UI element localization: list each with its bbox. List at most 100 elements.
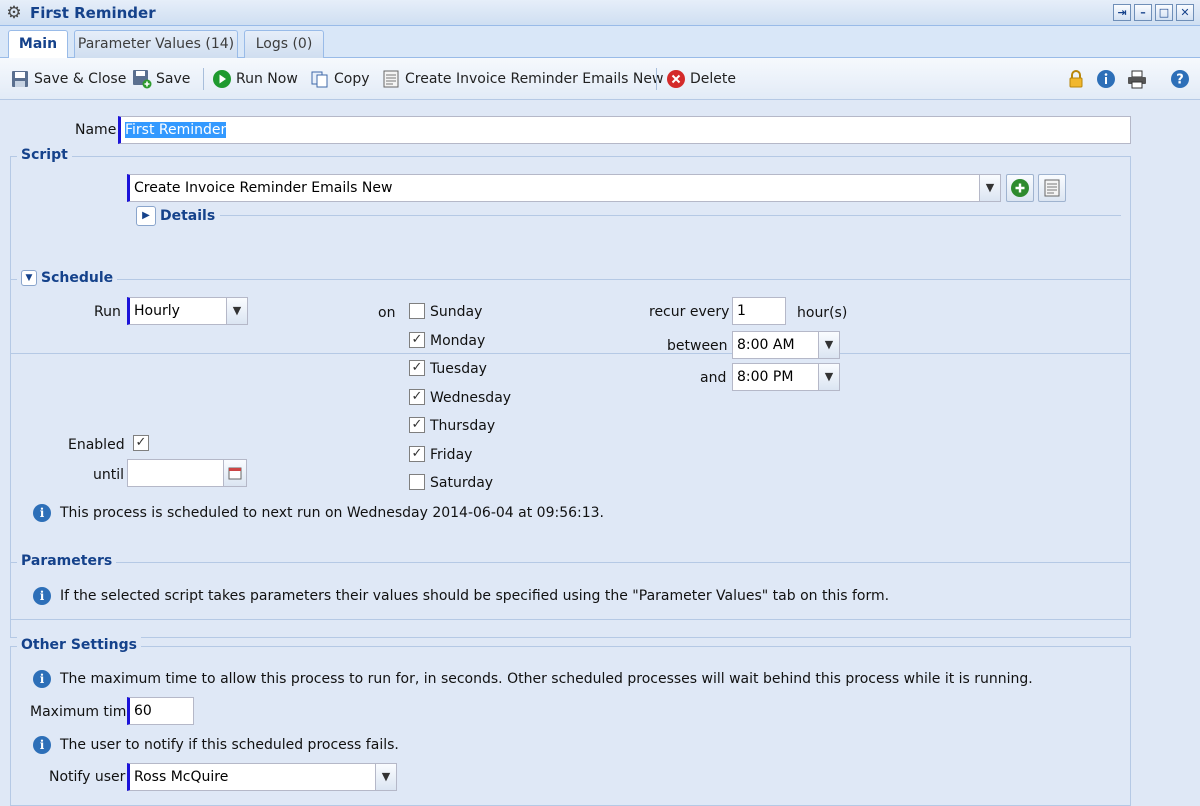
toolbar: Save & Close Save Run Now Copy Create In…: [0, 58, 1200, 100]
day-label-friday: Friday: [430, 447, 473, 463]
lock-icon[interactable]: [1066, 68, 1086, 90]
toolbar-separator: [656, 68, 657, 90]
create-invoice-label: Create Invoice Reminder Emails New: [405, 71, 664, 87]
max-time-note: The maximum time to allow this process t…: [60, 671, 1033, 687]
schedule-legend[interactable]: ▼ Schedule: [17, 270, 118, 286]
svg-text:?: ?: [1176, 73, 1184, 88]
save-label: Save: [156, 71, 191, 87]
day-checkbox-sunday[interactable]: [409, 303, 425, 319]
print-icon[interactable]: [1126, 68, 1148, 90]
tab-strip: Main Parameter Values (14) Logs (0): [0, 26, 1200, 59]
script-value: Create Invoice Reminder Emails New: [134, 180, 393, 196]
help-icon[interactable]: ?: [1170, 68, 1190, 90]
details-label: Details: [160, 208, 216, 224]
recur-interval-input[interactable]: 1: [732, 297, 786, 325]
pin-icon[interactable]: ⇥: [1113, 4, 1131, 21]
max-time-input[interactable]: 60: [127, 697, 194, 725]
day-label-tuesday: Tuesday: [430, 361, 487, 377]
calendar-icon[interactable]: [223, 460, 246, 486]
on-label: on: [378, 305, 396, 321]
day-checkbox-friday[interactable]: ✓: [409, 446, 425, 462]
day-label-thursday: Thursday: [430, 418, 496, 434]
info-icon[interactable]: [1096, 68, 1116, 90]
day-checkbox-tuesday[interactable]: ✓: [409, 360, 425, 376]
between-time-select[interactable]: 8:00 AM ▼: [732, 331, 840, 359]
script-select[interactable]: Create Invoice Reminder Emails New ▼: [127, 174, 1001, 202]
expand-icon: ▶: [136, 206, 156, 226]
other-settings-legend: Other Settings: [17, 637, 141, 653]
plus-icon: [1011, 179, 1029, 197]
schedule-legend-text: Schedule: [41, 270, 114, 286]
script-legend-text: Script: [21, 147, 68, 163]
run-frequency-value: Hourly: [134, 303, 180, 319]
run-label: Run: [94, 304, 121, 320]
notify-user-label: Notify user: [49, 769, 126, 785]
delete-label: Delete: [690, 71, 736, 87]
tab-logs[interactable]: Logs (0): [244, 30, 324, 58]
parameters-legend-text: Parameters: [21, 553, 113, 569]
create-invoice-reminder-button[interactable]: Create Invoice Reminder Emails New: [381, 68, 663, 90]
edit-script-button[interactable]: [1038, 174, 1066, 202]
close-button[interactable]: ✕: [1176, 4, 1194, 21]
and-time-select[interactable]: 8:00 PM ▼: [732, 363, 840, 391]
next-run-note: This process is scheduled to next run on…: [60, 505, 604, 521]
day-checkbox-wednesday[interactable]: ✓: [409, 389, 425, 405]
day-checkbox-thursday[interactable]: ✓: [409, 417, 425, 433]
day-checkbox-saturday[interactable]: [409, 474, 425, 490]
details-divider: [220, 215, 1121, 216]
minimize-button[interactable]: –: [1134, 4, 1152, 21]
chevron-down-icon[interactable]: ▼: [375, 764, 396, 790]
run-now-button[interactable]: Run Now: [212, 68, 298, 90]
day-label-sunday: Sunday: [430, 304, 483, 320]
info-icon: i: [33, 670, 51, 688]
window-controls: ⇥ – □ ✕: [1113, 4, 1194, 21]
floppy-disk-icon: [10, 69, 30, 89]
collapse-icon[interactable]: ▼: [21, 270, 37, 286]
window-title: First Reminder: [30, 3, 156, 22]
other-settings-legend-text: Other Settings: [21, 637, 137, 653]
until-date-input[interactable]: [127, 459, 247, 487]
delete-button[interactable]: Delete: [666, 68, 736, 90]
name-input[interactable]: First Reminder: [118, 116, 1131, 144]
name-label: Name: [75, 122, 117, 138]
info-icon: i: [33, 587, 51, 605]
enabled-checkbox[interactable]: ✓: [133, 435, 149, 451]
day-label-saturday: Saturday: [430, 475, 494, 491]
between-time-value: 8:00 AM: [737, 337, 795, 353]
day-checkbox-monday[interactable]: ✓: [409, 332, 425, 348]
tab-parameter-values[interactable]: Parameter Values (14): [74, 30, 238, 58]
script-legend: Script: [17, 147, 72, 163]
save-button[interactable]: Save: [132, 68, 190, 90]
recur-interval-value: 1: [737, 303, 746, 319]
window-titlebar: ⚙ First Reminder ⇥ – □ ✕: [0, 0, 1200, 26]
toolbar-separator: [203, 68, 204, 90]
notify-user-select[interactable]: Ross McQuire ▼: [127, 763, 397, 791]
notify-user-value: Ross McQuire: [134, 769, 229, 785]
run-frequency-select[interactable]: Hourly ▼: [127, 297, 248, 325]
copy-label: Copy: [334, 71, 370, 87]
chevron-down-icon[interactable]: ▼: [818, 364, 839, 390]
chevron-down-icon[interactable]: ▼: [979, 175, 1000, 201]
chevron-down-icon[interactable]: ▼: [226, 298, 247, 324]
max-time-label: Maximum time: [30, 704, 136, 720]
script-icon: [381, 69, 401, 89]
save-icon: [132, 69, 152, 89]
and-time-value: 8:00 PM: [737, 369, 794, 385]
script-icon: [1044, 179, 1060, 197]
save-close-button[interactable]: Save & Close: [10, 68, 126, 90]
between-label: between: [667, 338, 728, 354]
tab-main[interactable]: Main: [8, 30, 68, 59]
run-now-label: Run Now: [236, 71, 298, 87]
details-toggle[interactable]: ▶ Details: [136, 206, 215, 226]
and-label: and: [700, 370, 727, 386]
parameters-note: If the selected script takes parameters …: [60, 588, 890, 604]
add-script-button[interactable]: [1006, 174, 1034, 202]
info-icon: i: [33, 736, 51, 754]
save-close-label: Save & Close: [34, 71, 127, 87]
recur-every-label: recur every: [649, 304, 730, 320]
name-value: First Reminder: [125, 122, 227, 138]
maximize-button[interactable]: □: [1155, 4, 1173, 21]
chevron-down-icon[interactable]: ▼: [818, 332, 839, 358]
copy-button[interactable]: Copy: [310, 68, 370, 90]
gear-icon: ⚙: [6, 2, 22, 23]
